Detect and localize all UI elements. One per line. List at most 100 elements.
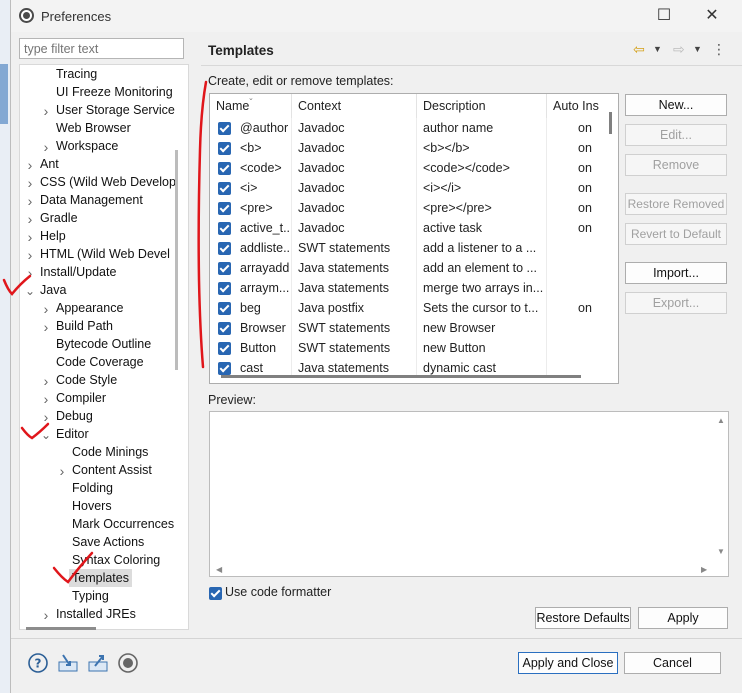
scroll-left-icon[interactable]: ◀ bbox=[216, 565, 222, 574]
table-row[interactable]: <code> Javadoc <code></code> on bbox=[210, 158, 618, 178]
tree-item[interactable]: Hovers bbox=[72, 497, 112, 515]
tree-item[interactable]: Content Assist bbox=[72, 461, 152, 479]
chevron-right-icon[interactable]: › bbox=[24, 193, 36, 209]
preview-area[interactable] bbox=[209, 411, 729, 577]
maximize-icon[interactable]: ☐ bbox=[649, 4, 679, 28]
row-checkbox[interactable] bbox=[218, 202, 231, 215]
row-checkbox[interactable] bbox=[218, 282, 231, 295]
tree-item[interactable]: Compiler bbox=[56, 389, 106, 407]
tree-item[interactable]: Save Actions bbox=[72, 533, 144, 551]
row-checkbox[interactable] bbox=[218, 322, 231, 335]
chevron-down-icon[interactable]: ▼ bbox=[693, 40, 702, 58]
chevron-down-icon[interactable]: ⌄ bbox=[40, 427, 52, 443]
table-row[interactable]: <i> Javadoc <i></i> on bbox=[210, 178, 618, 198]
row-checkbox[interactable] bbox=[218, 242, 231, 255]
tree-item[interactable]: Code Style bbox=[56, 371, 117, 389]
table-row[interactable]: arrayadd Java statements add an element to… bbox=[210, 258, 618, 278]
export-button[interactable]: Export... bbox=[625, 292, 727, 314]
chevron-right-icon[interactable]: › bbox=[40, 607, 52, 623]
table-row[interactable]: <b> Javadoc <b></b> on bbox=[210, 138, 618, 158]
edit-button[interactable]: Edit... bbox=[625, 124, 727, 146]
tree-item[interactable]: Tracing bbox=[56, 65, 97, 83]
apply-button[interactable]: Apply bbox=[638, 607, 728, 629]
chevron-right-icon[interactable]: › bbox=[40, 319, 52, 335]
column-header-context[interactable]: Context bbox=[292, 94, 417, 118]
tree-item[interactable]: Gradle bbox=[40, 209, 78, 227]
record-icon[interactable] bbox=[117, 652, 139, 674]
tree-item[interactable]: Editor bbox=[56, 425, 89, 443]
chevron-right-icon[interactable]: › bbox=[40, 409, 52, 425]
scroll-right-icon[interactable]: ▶ bbox=[701, 565, 707, 574]
row-checkbox[interactable] bbox=[218, 362, 231, 375]
import-button[interactable]: Import... bbox=[625, 262, 727, 284]
remove-button[interactable]: Remove bbox=[625, 154, 727, 176]
table-row[interactable]: addliste... SWT statements add a listener … bbox=[210, 238, 618, 258]
tree-horizontal-scrollbar[interactable] bbox=[26, 627, 96, 630]
row-checkbox[interactable] bbox=[218, 222, 231, 235]
chevron-right-icon[interactable]: › bbox=[24, 175, 36, 191]
scroll-down-icon[interactable]: ▼ bbox=[717, 547, 725, 556]
close-icon[interactable]: ✕ bbox=[697, 4, 727, 28]
restore-removed-button[interactable]: Restore Removed bbox=[625, 193, 727, 215]
row-checkbox[interactable] bbox=[218, 182, 231, 195]
cancel-button[interactable]: Cancel bbox=[624, 652, 721, 674]
table-row[interactable]: Browser SWT statements new Browser bbox=[210, 318, 618, 338]
table-row[interactable]: active_t... Javadoc active task on bbox=[210, 218, 618, 238]
row-checkbox[interactable] bbox=[218, 142, 231, 155]
tree-item[interactable]: Appearance bbox=[56, 299, 123, 317]
use-code-formatter-checkbox[interactable] bbox=[209, 587, 222, 600]
tree-item[interactable]: Install/Update bbox=[40, 263, 116, 281]
tree-item[interactable]: Workspace bbox=[56, 137, 118, 155]
chevron-right-icon[interactable]: › bbox=[40, 139, 52, 155]
tree-item[interactable]: Build Path bbox=[56, 317, 113, 335]
import-preferences-icon[interactable] bbox=[57, 652, 79, 674]
tree-item[interactable]: Java bbox=[40, 281, 66, 299]
tree-item[interactable]: Code Minings bbox=[72, 443, 148, 461]
row-checkbox[interactable] bbox=[218, 162, 231, 175]
tree-item[interactable]: User Storage Service bbox=[56, 101, 175, 119]
row-checkbox[interactable] bbox=[218, 262, 231, 275]
table-row[interactable]: Button SWT statements new Button bbox=[210, 338, 618, 358]
table-vertical-scrollbar[interactable] bbox=[609, 112, 612, 134]
chevron-down-icon[interactable]: ⌄ bbox=[24, 283, 36, 299]
revert-to-default-button[interactable]: Revert to Default bbox=[625, 223, 727, 245]
arrow-left-icon[interactable]: ⇦ bbox=[633, 40, 645, 58]
tree-item[interactable]: Installed JREs bbox=[56, 605, 136, 623]
apply-and-close-button[interactable]: Apply and Close bbox=[518, 652, 618, 674]
table-row[interactable]: beg Java postfix Sets the cursor to t... on bbox=[210, 298, 618, 318]
tree-item[interactable]: HTML (Wild Web Devel bbox=[40, 245, 170, 263]
table-row[interactable]: arraym... Java statements merge two arrays… bbox=[210, 278, 618, 298]
tree-item[interactable]: Web Browser bbox=[56, 119, 131, 137]
row-checkbox[interactable] bbox=[218, 302, 231, 315]
chevron-right-icon[interactable]: › bbox=[40, 391, 52, 407]
chevron-right-icon[interactable]: › bbox=[40, 373, 52, 389]
tree-item[interactable]: Mark Occurrences bbox=[72, 515, 174, 533]
restore-defaults-button[interactable]: Restore Defaults bbox=[535, 607, 631, 629]
table-horizontal-scrollbar[interactable] bbox=[221, 375, 581, 378]
chevron-right-icon[interactable]: › bbox=[24, 247, 36, 263]
row-checkbox[interactable] bbox=[218, 122, 231, 135]
chevron-right-icon[interactable]: › bbox=[40, 103, 52, 119]
tree-item[interactable]: Data Management bbox=[40, 191, 143, 209]
tree-item[interactable]: UI Freeze Monitoring bbox=[56, 83, 173, 101]
chevron-right-icon[interactable]: › bbox=[56, 463, 68, 479]
chevron-right-icon[interactable]: › bbox=[24, 211, 36, 227]
tree-vertical-scrollbar[interactable] bbox=[175, 150, 178, 370]
chevron-down-icon[interactable]: ▼ bbox=[653, 40, 662, 58]
help-icon[interactable]: ? bbox=[27, 652, 49, 674]
chevron-right-icon[interactable]: › bbox=[40, 301, 52, 317]
tree-item[interactable]: Typing bbox=[72, 587, 109, 605]
more-options-icon[interactable]: ⋮ bbox=[712, 40, 726, 58]
export-preferences-icon[interactable] bbox=[87, 652, 109, 674]
new-button[interactable]: New... bbox=[625, 94, 727, 116]
tree-item[interactable]: Templates bbox=[69, 569, 132, 587]
tree-item[interactable]: Debug bbox=[56, 407, 93, 425]
table-row[interactable]: @author Javadoc author name on bbox=[210, 118, 618, 138]
tree-item[interactable]: Ant bbox=[40, 155, 59, 173]
tree-item[interactable]: Help bbox=[40, 227, 66, 245]
tree-item[interactable]: Syntax Coloring bbox=[72, 551, 160, 569]
scroll-up-icon[interactable]: ▲ bbox=[717, 416, 725, 425]
tree-item[interactable]: Code Coverage bbox=[56, 353, 144, 371]
column-header-description[interactable]: Description bbox=[417, 94, 547, 118]
tree-item[interactable]: CSS (Wild Web Develop bbox=[40, 173, 176, 191]
